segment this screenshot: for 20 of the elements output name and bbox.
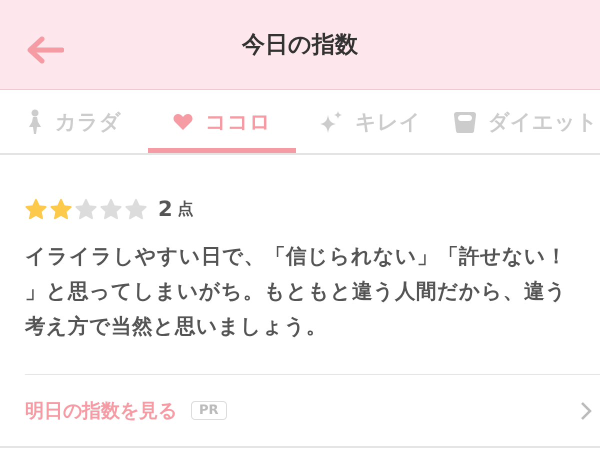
back-button[interactable] [26,36,64,64]
chevron-right-icon [580,401,592,421]
star-icon [74,198,98,220]
tab[interactable]: ココロ [148,90,296,153]
pr-tag: PR [191,401,227,420]
heart-icon [173,112,193,130]
star-icon [99,198,123,220]
page-title: 今日の指数 [242,31,358,60]
scale-icon [454,110,476,132]
sparkle-icon [319,110,343,132]
fortune-text: イライラしやすい日で、「信じられない」「許せない！」と思ってしまいがち。もともと違う人間だから、違う考え方で当然と思いましょう。 [25,243,568,340]
star-icon [49,198,73,220]
star-icon [124,198,148,220]
tomorrow-link[interactable]: 明日の指数を見る PR [0,375,600,448]
back-arrow-icon [26,36,64,64]
star-icon [24,198,48,220]
score: 2 [158,197,173,221]
link-label: 明日の指数を見る [25,398,177,424]
person-icon [27,108,43,134]
score-unit: 点 [178,198,194,220]
